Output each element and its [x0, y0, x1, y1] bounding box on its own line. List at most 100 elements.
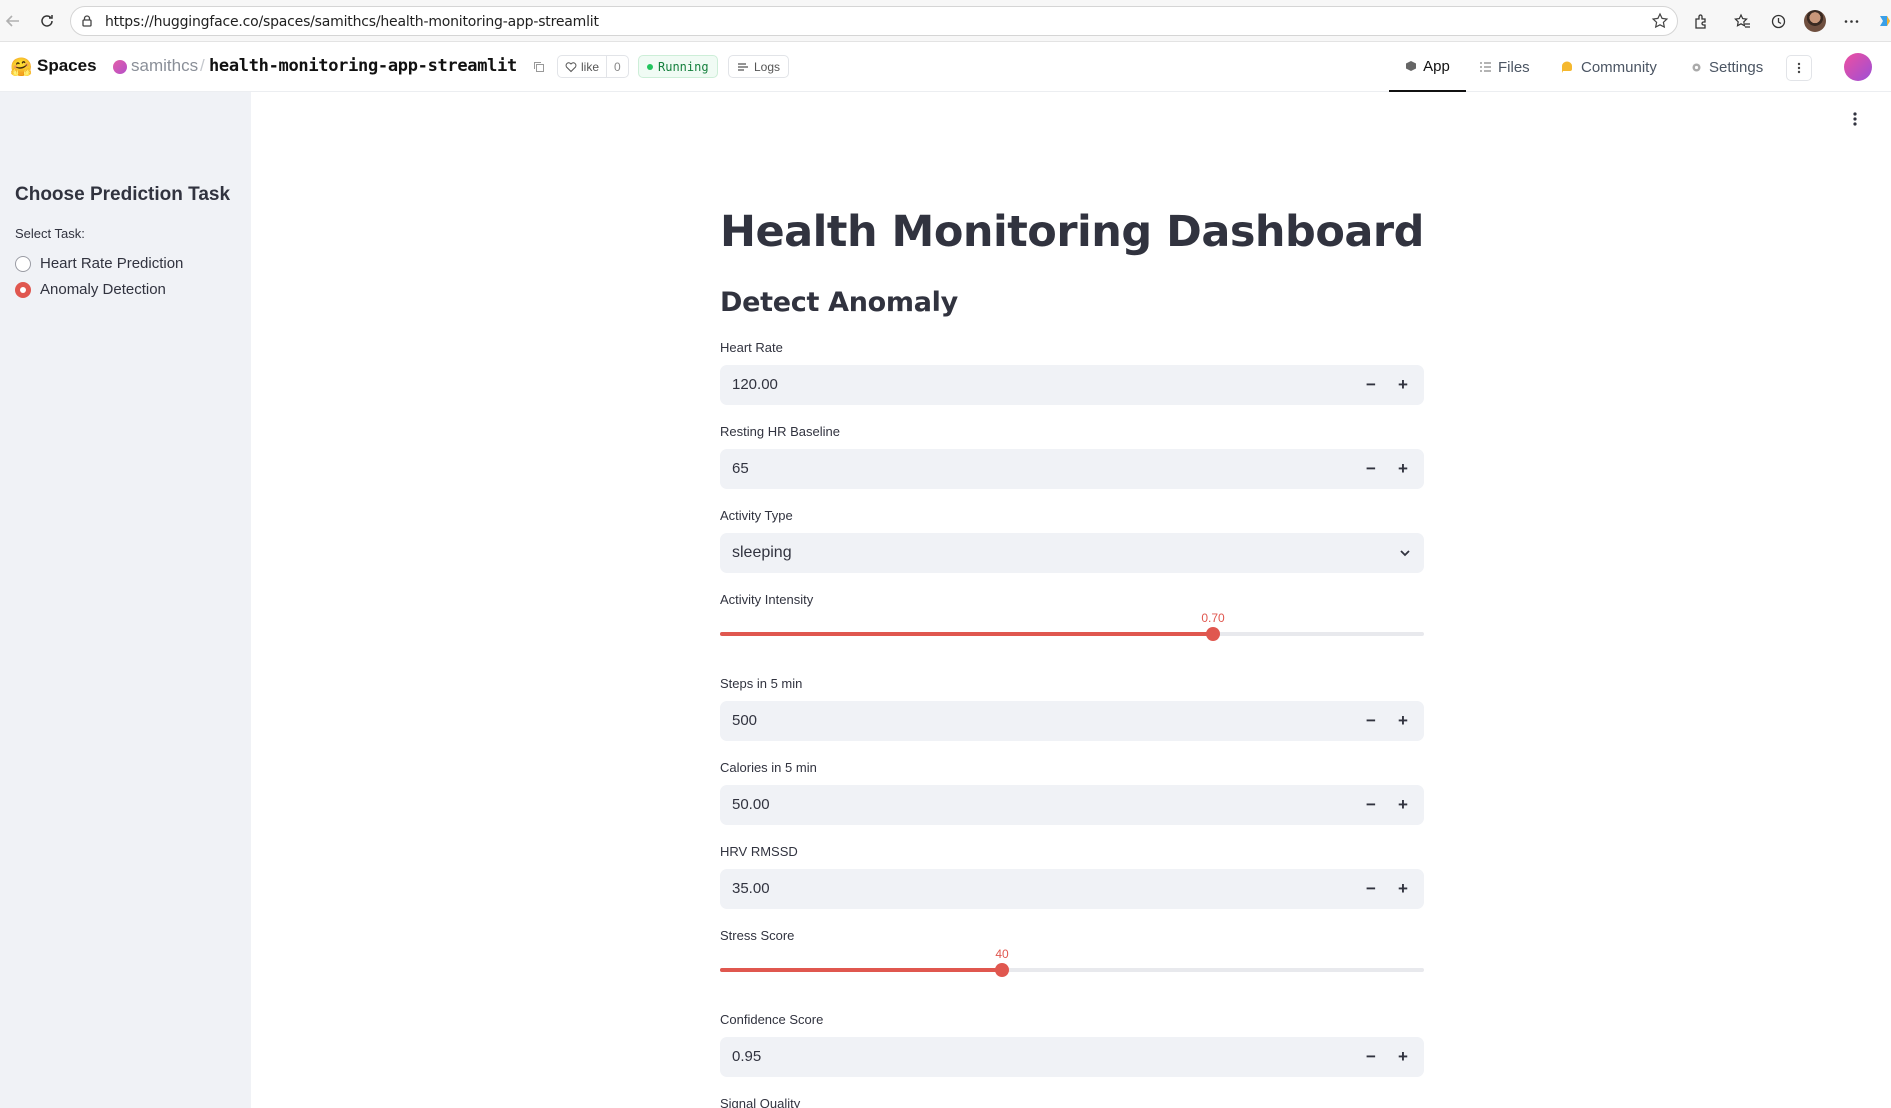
- lock-icon: [80, 14, 94, 33]
- spaces-link[interactable]: Spaces: [37, 56, 97, 76]
- hrv-input[interactable]: 35.00 − +: [720, 869, 1424, 909]
- activity-type-label: Activity Type: [720, 508, 793, 523]
- tab-app[interactable]: App: [1389, 42, 1466, 92]
- slider-fill: [720, 968, 1002, 972]
- heart-rate-input[interactable]: 120.00 − +: [720, 365, 1424, 405]
- tab-settings[interactable]: Settings: [1690, 42, 1763, 92]
- tab-community[interactable]: Community: [1560, 42, 1657, 92]
- section-subheader: Detect Anomaly: [720, 287, 958, 318]
- increment-button[interactable]: +: [1388, 874, 1418, 904]
- favorites-icon[interactable]: [1729, 8, 1755, 34]
- main-menu-button[interactable]: [1852, 111, 1858, 132]
- status-badge: Running: [638, 55, 718, 78]
- tab-settings-label: Settings: [1709, 58, 1764, 76]
- confidence-score-input[interactable]: 0.95 − +: [720, 1037, 1424, 1077]
- back-button[interactable]: [0, 8, 26, 34]
- increment-button[interactable]: +: [1388, 454, 1418, 484]
- logs-label: Logs: [754, 59, 781, 74]
- community-icon: [1562, 61, 1572, 73]
- browser-menu-icon[interactable]: [1838, 8, 1864, 34]
- sidebar: Choose Prediction Task Select Task: Hear…: [0, 92, 251, 1108]
- calories-input[interactable]: 50.00 − +: [720, 785, 1424, 825]
- resting-hr-label: Resting HR Baseline: [720, 424, 840, 439]
- radio-label: Anomaly Detection: [40, 281, 166, 298]
- profile-photo-icon: [1804, 10, 1826, 32]
- vertical-dots-icon: [1797, 62, 1801, 74]
- user-avatar[interactable]: [1844, 53, 1872, 81]
- select-task-label: Select Task:: [15, 226, 85, 241]
- spaces-header: 🤗 Spaces samithcs / health-monitoring-ap…: [0, 42, 1891, 92]
- slider-fill: [720, 632, 1213, 636]
- heart-icon: [565, 61, 577, 72]
- calories-value[interactable]: 50.00: [732, 796, 770, 813]
- slider-thumb[interactable]: [995, 963, 1009, 977]
- tab-files[interactable]: Files: [1479, 42, 1530, 92]
- steps-label: Steps in 5 min: [720, 676, 803, 691]
- decrement-button[interactable]: −: [1356, 874, 1386, 904]
- calories-label: Calories in 5 min: [720, 760, 817, 775]
- chevron-down-icon: [1398, 546, 1412, 565]
- owner-link[interactable]: samithcs: [131, 56, 198, 76]
- logs-button[interactable]: Logs: [728, 55, 790, 78]
- hugging-face-logo-icon[interactable]: 🤗: [10, 57, 32, 78]
- tab-app-label: App: [1423, 57, 1450, 75]
- decrement-button[interactable]: −: [1356, 790, 1386, 820]
- increment-button[interactable]: +: [1388, 370, 1418, 400]
- cube-icon: [1406, 61, 1417, 71]
- stress-score-slider[interactable]: 40: [720, 947, 1424, 977]
- back-arrow-icon: [5, 15, 19, 27]
- copilot-icon[interactable]: [1872, 8, 1891, 34]
- extensions-icon[interactable]: [1688, 8, 1714, 34]
- heart-rate-value[interactable]: 120.00: [732, 376, 778, 393]
- hrv-label: HRV RMSSD: [720, 844, 798, 859]
- increment-button[interactable]: +: [1388, 1042, 1418, 1072]
- radio-label: Heart Rate Prediction: [40, 255, 184, 272]
- like-count: 0: [614, 59, 621, 74]
- radio-unchecked-icon[interactable]: [15, 255, 31, 272]
- steps-input[interactable]: 500 − +: [720, 701, 1424, 741]
- owner-avatar: [113, 60, 127, 74]
- increment-button[interactable]: +: [1388, 790, 1418, 820]
- profile-avatar[interactable]: [1802, 8, 1828, 34]
- heart-rate-label: Heart Rate: [720, 340, 783, 355]
- status-dot-icon: [647, 63, 653, 70]
- slider-thumb[interactable]: [1206, 627, 1220, 641]
- gear-icon: [1692, 63, 1701, 71]
- activity-intensity-label: Activity Intensity: [720, 592, 814, 607]
- confidence-score-label: Confidence Score: [720, 1012, 824, 1027]
- steps-value[interactable]: 500: [732, 712, 757, 729]
- copy-icon[interactable]: [533, 60, 545, 78]
- increment-button[interactable]: +: [1388, 706, 1418, 736]
- radio-checked-icon[interactable]: [15, 281, 31, 298]
- history-icon[interactable]: [1765, 8, 1791, 34]
- status-text: Running: [658, 59, 709, 74]
- favorite-star-icon[interactable]: [1651, 12, 1669, 35]
- resting-hr-input[interactable]: 65 − +: [720, 449, 1424, 489]
- activity-type-select[interactable]: sleeping: [720, 533, 1424, 573]
- sidebar-title: Choose Prediction Task: [15, 184, 231, 205]
- reload-icon: [41, 15, 53, 27]
- radio-anomaly-detection[interactable]: Anomaly Detection: [15, 281, 166, 298]
- radio-heart-rate-prediction[interactable]: Heart Rate Prediction: [15, 255, 183, 272]
- vertical-dots-icon: [1853, 112, 1857, 126]
- decrement-button[interactable]: −: [1356, 706, 1386, 736]
- resting-hr-value[interactable]: 65: [732, 460, 749, 477]
- space-options-button[interactable]: [1786, 55, 1812, 81]
- signal-quality-label: Signal Quality: [720, 1096, 801, 1108]
- address-bar[interactable]: https://huggingface.co/spaces/samithcs/h…: [70, 6, 1678, 36]
- decrement-button[interactable]: −: [1356, 1042, 1386, 1072]
- repo-name-link[interactable]: health-monitoring-app-streamlit: [209, 56, 517, 76]
- stress-score-label: Stress Score: [720, 928, 795, 943]
- confidence-score-value[interactable]: 0.95: [732, 1048, 761, 1065]
- activity-intensity-slider[interactable]: 0.70: [720, 611, 1424, 641]
- like-label: like: [581, 59, 600, 74]
- reload-button[interactable]: [34, 8, 60, 34]
- like-button[interactable]: like 0: [557, 55, 629, 78]
- hrv-value[interactable]: 35.00: [732, 880, 770, 897]
- page-title: Health Monitoring Dashboard: [720, 207, 1424, 257]
- logs-icon: [738, 62, 748, 71]
- decrement-button[interactable]: −: [1356, 454, 1386, 484]
- slider-value: 0.70: [1201, 611, 1225, 625]
- slider-value: 40: [995, 947, 1009, 961]
- decrement-button[interactable]: −: [1356, 370, 1386, 400]
